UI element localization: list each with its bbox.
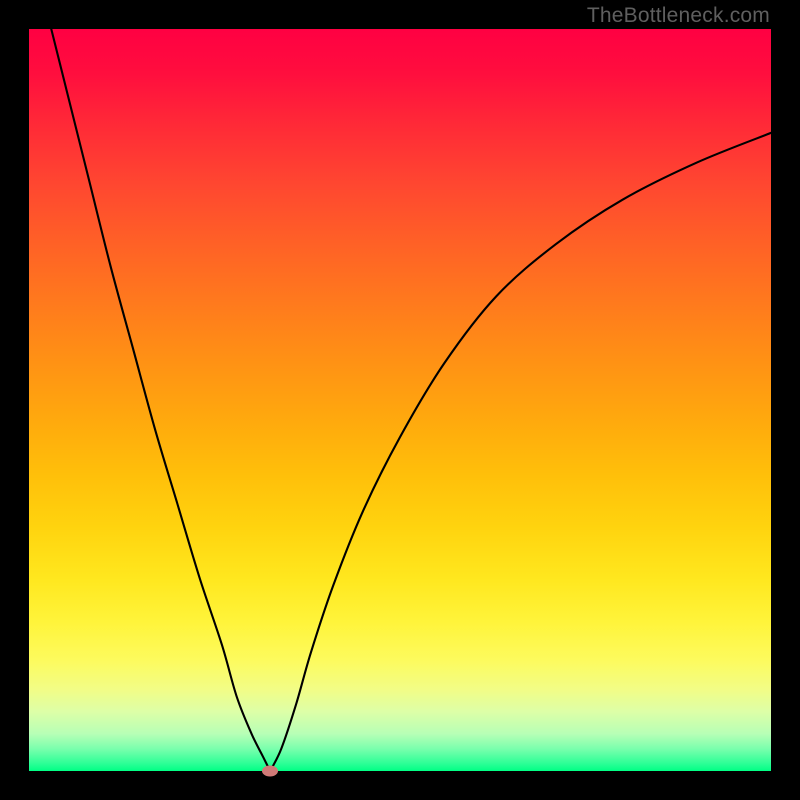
chart-frame: TheBottleneck.com	[0, 0, 800, 800]
attribution-text: TheBottleneck.com	[587, 4, 770, 28]
minimum-marker	[262, 766, 278, 777]
plot-area	[29, 29, 771, 771]
bottleneck-curve	[29, 29, 771, 771]
